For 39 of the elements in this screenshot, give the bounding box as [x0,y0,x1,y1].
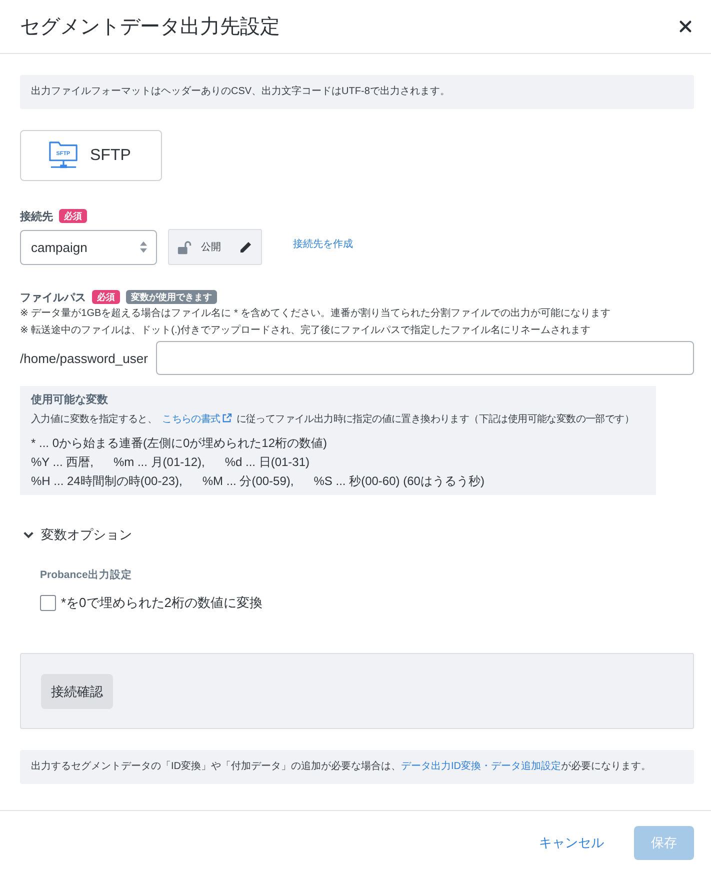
variable-text: %M ... 分(00-59), [202,473,294,490]
format-notice: 出力ファイルフォーマットはヘッダーありのCSV、出力文字コードはUTF-8で出力されます。 [20,75,694,109]
format-link[interactable]: こちらの書式 [162,414,232,425]
variable-text: * ... 0から始まる連番(左側に0が埋められた12桁の数値) [31,435,328,452]
external-link-icon [222,413,232,423]
variable-text: %S ... 秒(00-60) (60はうるう秒) [314,473,484,490]
variable-text: %Y ... 西暦, [31,454,94,471]
variables-title: 使用可能な変数 [31,393,109,407]
variables-description: 入力値に変数を指定すると、 こちらの書式 に従ってファイル出力時に指定の値に置き換わります（下記は使用可能な変数の一部です） [31,413,636,427]
connection-select[interactable]: campaign [20,230,157,264]
create-connection-link[interactable]: 接続先を作成 [293,237,353,251]
connection-test-button[interactable]: 接続確認 [41,674,113,709]
required-badge: 必須 [92,290,120,304]
dialog-title: セグメントデータ出力先設定 [20,15,280,40]
file-path-input[interactable] [156,341,694,375]
variable-text: %H ... 24時間制の時(00-23), [31,473,182,490]
up-down-icon [139,240,148,254]
connection-label: 接続先 [20,210,53,224]
settings-link[interactable]: データ出力ID変換・データ追加設定 [401,761,561,772]
path-note: ※ 転送途中のファイルは、ドット(.)付きでアップロードされ、完了後にファイルパスで指定したファイル名にリネームされます [20,324,592,338]
pencil-icon [239,240,252,254]
file-path-label: ファイルパス [20,290,86,304]
required-badge: 必須 [59,209,87,223]
variable-text: %d ... 日(01-31) [224,454,310,471]
footer-notice: 出力するセグメントデータの「ID変換」や「付加データ」の追加が必要な場合は、データ出力ID変換・データ追加設定が必要になります。 [20,750,694,784]
variable-options-toggle[interactable]: 変数オプション [20,525,132,545]
sftp-label: SFTP [90,146,131,164]
variables-badge: 変数が使用できます [126,290,217,304]
close-icon [679,20,692,33]
cancel-button[interactable]: キャンセル [539,834,604,852]
variable-text: %m ... 月(01-12), [113,454,205,471]
checkbox[interactable] [40,595,56,611]
close-button[interactable] [679,20,692,33]
padlock-icon [177,240,192,254]
path-prefix: /home/password_user [20,350,148,366]
checkbox-label: *を0で埋められた2桁の数値に変換 [61,594,263,612]
visibility-button[interactable]: 公開 [168,229,262,265]
path-note: ※ データ量が1GBを超える場合はファイル名に * を含めてください。連番が割り当てられた分割ファイルでの出力が可能になります [20,306,612,321]
options-section-title: Probance出力設定 [40,568,133,582]
